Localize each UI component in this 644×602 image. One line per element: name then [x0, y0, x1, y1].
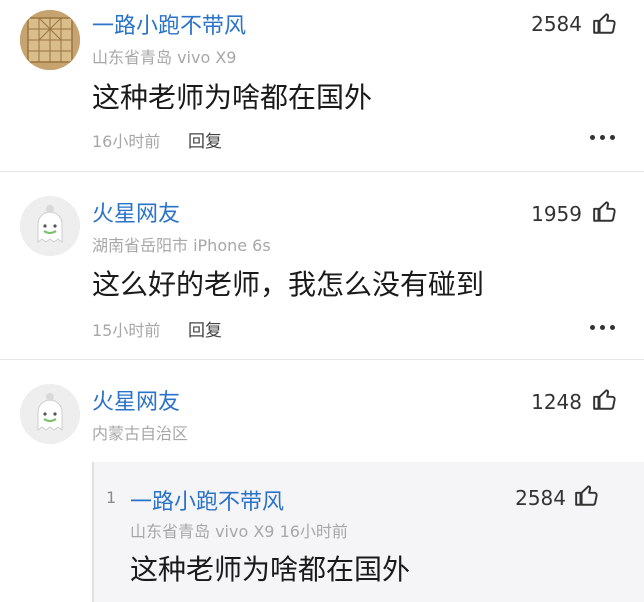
quoted-username[interactable]: 一路小跑不带风 [130, 484, 284, 516]
like-count: 1248 [531, 390, 582, 414]
thumbs-up-icon[interactable] [592, 386, 618, 412]
quoted-meta: 山东省青岛 vivo X9 16小时前 [130, 522, 348, 541]
thumbs-up-icon[interactable] [592, 198, 618, 224]
username[interactable]: 火星网友 [92, 384, 180, 416]
avatar-mars-ghost[interactable] [20, 384, 80, 444]
username[interactable]: 火星网友 [92, 196, 180, 228]
comment-time: 16小时前 [92, 132, 161, 151]
quote-index: 1 [106, 488, 117, 507]
chess-board-icon [20, 10, 80, 70]
ghost-icon [20, 196, 80, 256]
more-dots-icon[interactable] [588, 322, 618, 334]
thumbs-up-icon[interactable] [574, 482, 600, 508]
username[interactable]: 一路小跑不带风 [92, 8, 246, 40]
quoted-like-count: 2584 [515, 486, 566, 510]
quoted-text: 这种老师为啥都在国外 [130, 553, 411, 586]
user-meta: 内蒙古自治区 [92, 424, 189, 443]
like-count: 2584 [531, 12, 582, 36]
reply-button[interactable]: 回复 [188, 127, 222, 152]
more-dots-icon[interactable] [588, 132, 618, 144]
comment-item: 火星网友 湖南省岳阳市 iPhone 6s 这么好的老师，我怎么没有碰到 15小… [0, 172, 644, 360]
comment-item: 一路小跑不带风 山东省青岛 vivo X9 这种老师为啥都在国外 16小时前 回… [0, 0, 644, 176]
ghost-icon [20, 384, 80, 444]
like-count: 1959 [531, 202, 582, 226]
reply-button[interactable]: 回复 [188, 316, 222, 341]
user-meta: 湖南省岳阳市 iPhone 6s [92, 236, 271, 255]
user-meta: 山东省青岛 vivo X9 [92, 48, 237, 67]
avatar-mars-ghost[interactable] [20, 196, 80, 256]
comment-text: 这么好的老师，我怎么没有碰到 [92, 268, 485, 301]
comment-text: 这种老师为啥都在国外 [92, 81, 373, 114]
avatar-chess-board[interactable] [20, 10, 80, 70]
thumbs-up-icon[interactable] [592, 10, 618, 36]
comment-time: 15小时前 [92, 321, 161, 340]
